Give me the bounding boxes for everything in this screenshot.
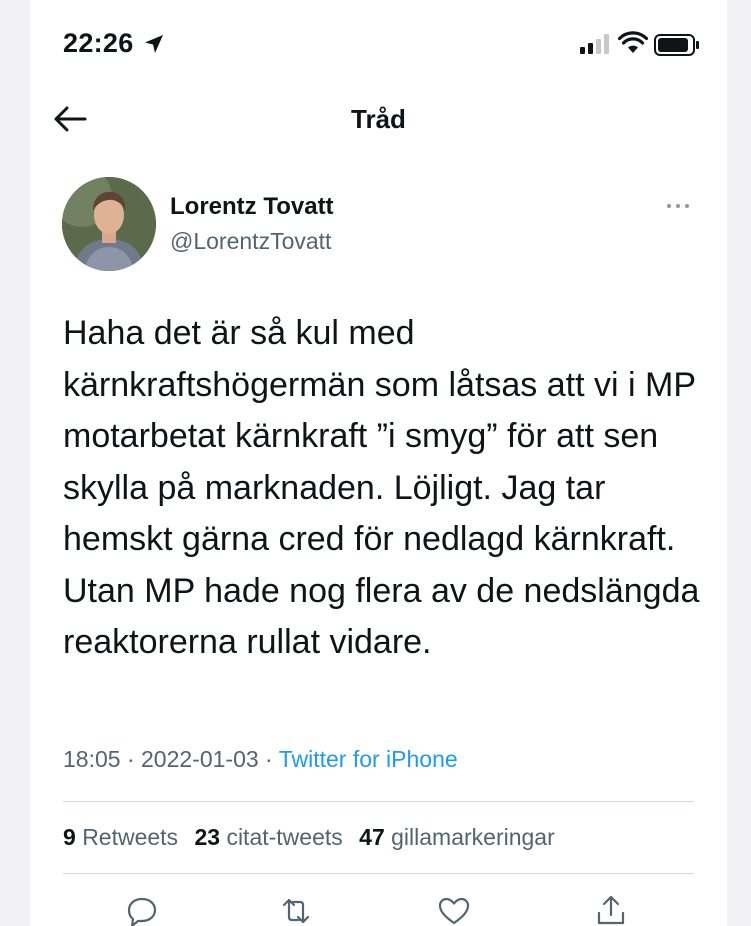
wifi-icon xyxy=(618,31,648,53)
tweet-date: 2022-01-03 xyxy=(141,746,259,772)
avatar[interactable] xyxy=(62,177,156,271)
likes-count: 47 xyxy=(359,824,385,850)
author-handle[interactable]: @LorentzTovatt xyxy=(170,228,331,255)
author-name[interactable]: Lorentz Tovatt xyxy=(170,193,334,221)
reply-icon[interactable] xyxy=(124,893,160,926)
tweet-source-link[interactable]: Twitter for iPhone xyxy=(279,746,458,772)
quotes-stat[interactable]: 23 citat-tweets xyxy=(194,824,342,850)
page-title: Tråd xyxy=(351,104,406,134)
status-time: 22:26 xyxy=(63,28,134,58)
divider xyxy=(63,873,694,874)
quotes-label: citat-tweets xyxy=(226,824,343,850)
tweet-time: 18:05 xyxy=(63,746,121,772)
more-horizontal-icon[interactable] xyxy=(664,196,692,216)
retweets-stat[interactable]: 9 Retweets xyxy=(63,824,178,850)
likes-label: gillamarkeringar xyxy=(391,824,555,850)
location-arrow-icon xyxy=(145,35,163,53)
meta-separator: · xyxy=(258,746,279,772)
battery-icon xyxy=(654,34,699,56)
meta-separator: · xyxy=(120,746,142,772)
likes-stat[interactable]: 47 gillamarkeringar xyxy=(359,824,555,850)
heart-icon[interactable] xyxy=(436,893,472,926)
tweet-meta: 18:05 · 2022-01-03 · Twitter for iPhone xyxy=(63,746,458,773)
tweet-text: Haha det är så kul med kärnkraftshögermä… xyxy=(63,314,700,661)
tweet-detail-screen: 22:26 Tråd Lorentz Tovatt @LorentzTovatt… xyxy=(30,0,727,926)
share-icon[interactable] xyxy=(593,893,629,926)
cellular-signal-icon xyxy=(580,34,609,54)
retweet-icon[interactable] xyxy=(278,893,314,926)
retweets-label: Retweets xyxy=(82,824,179,850)
quotes-count: 23 xyxy=(194,824,221,850)
retweets-count: 9 xyxy=(63,824,76,850)
status-bar: 22:26 xyxy=(30,0,727,80)
tweet-stats: 9 Retweets 23 citat-tweets 47 gillamarke… xyxy=(63,824,555,851)
divider xyxy=(63,801,694,802)
